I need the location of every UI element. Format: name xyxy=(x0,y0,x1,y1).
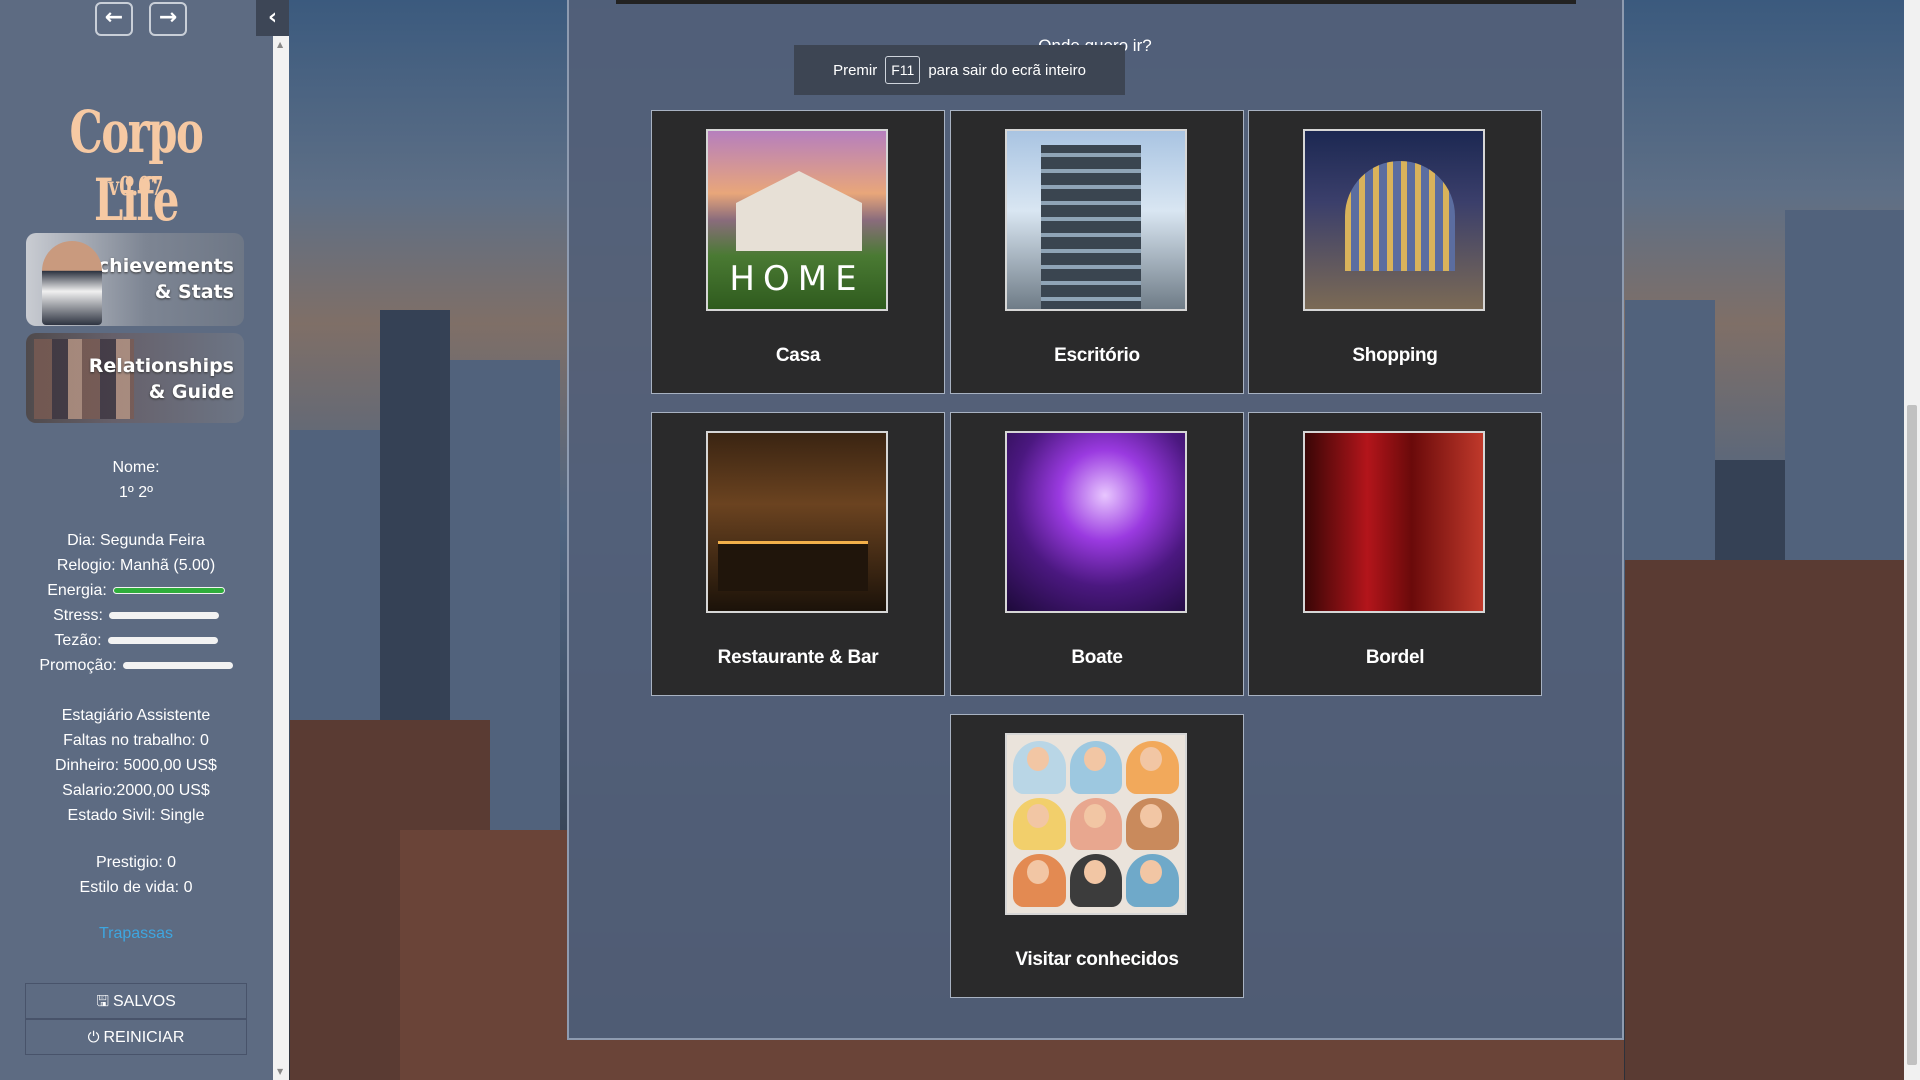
achievements-stats-banner[interactable]: Achievements & Stats xyxy=(26,233,244,326)
page-scrollbar[interactable] xyxy=(1904,0,1920,1080)
promotion-label: Promoção: xyxy=(39,657,117,674)
location-card-restaurante-bar[interactable]: Restaurante & Bar xyxy=(651,412,945,696)
location-card-visitar-conhecidos[interactable]: Visitar conhecidos xyxy=(950,714,1244,998)
scroll-down-icon[interactable]: ▼ xyxy=(277,1067,283,1076)
stress-bar xyxy=(108,612,219,619)
energy-label: Energia: xyxy=(47,582,107,599)
desire-bar xyxy=(107,637,218,644)
location-label: Restaurante & Bar xyxy=(717,647,879,668)
chevron-left-icon: ‹ xyxy=(267,5,278,30)
fullscreen-notice-pre: Premir xyxy=(833,61,878,79)
location-card-bordel[interactable]: Bordel xyxy=(1248,412,1542,696)
saves-button[interactable]: 🖫 SALVOS xyxy=(25,983,247,1019)
desire-row: Tezão: xyxy=(0,628,272,653)
name-block: Nome: 1º 2º xyxy=(0,455,272,505)
home-image: HOME xyxy=(706,129,888,311)
home-image-text: HOME xyxy=(729,259,865,299)
clock-text: Relogio: Manhã (5.00) xyxy=(56,557,216,574)
back-button[interactable]: ← xyxy=(95,2,133,36)
page-scrollbar-thumb[interactable] xyxy=(1907,405,1917,1065)
relationships-line2: & Guide xyxy=(148,381,234,403)
power-icon: ⏻ xyxy=(87,1028,100,1046)
prestige-block: Prestigio: 0 Estilo de vida: 0 xyxy=(0,850,272,900)
game-logo-title: Corpo Life xyxy=(69,98,204,234)
location-card-boate[interactable]: Boate xyxy=(950,412,1244,696)
absences-text: Faltas no trabalho: 0 xyxy=(63,732,209,749)
bordel-image xyxy=(1303,431,1485,613)
lifestyle-text: Estilo de vida: 0 xyxy=(79,879,193,896)
promotion-row: Promoção: xyxy=(0,653,272,678)
scroll-up-icon[interactable]: ▲ xyxy=(277,40,283,49)
fullscreen-notice-post: para sair do ecrã inteiro xyxy=(928,61,1086,79)
restart-button[interactable]: ⏻ REINICIAR xyxy=(25,1019,247,1055)
restart-label: REINICIAR xyxy=(103,1029,185,1046)
stress-row: Stress: xyxy=(0,603,272,628)
nightclub-image xyxy=(1005,431,1187,613)
promotion-bar xyxy=(122,662,233,669)
location-card-escritorio[interactable]: Escritório xyxy=(950,110,1244,394)
sidebar: ← → Corpo Life v0.07 Achievements & Stat… xyxy=(0,0,289,1080)
name-label: Nome: xyxy=(112,459,160,476)
status-block: Dia: Segunda Feira Relogio: Manhã (5.00)… xyxy=(0,528,272,678)
money-text: Dinheiro: 5000,00 US$ xyxy=(55,757,217,774)
civil-status-text: Estado Sivil: Single xyxy=(67,807,205,824)
energy-bar xyxy=(112,587,225,594)
forward-button[interactable]: → xyxy=(149,2,187,36)
people-avatars-image xyxy=(1005,733,1187,915)
stress-label: Stress: xyxy=(53,607,103,624)
fullscreen-notice: Premir F11 para sair do ecrã inteiro xyxy=(794,45,1125,95)
desire-label: Tezão: xyxy=(54,632,102,649)
career-block: Estagiário Assistente Faltas no trabalho… xyxy=(0,703,272,828)
top-image-strip xyxy=(616,0,1576,4)
floppy-disk-icon: 🖫 xyxy=(96,992,109,1010)
businessman-image xyxy=(42,241,102,325)
sidebar-scrollbar[interactable]: ▲ ▼ xyxy=(273,36,289,1080)
energy-bar-fill xyxy=(113,588,224,593)
shopping-mall-image xyxy=(1303,129,1485,311)
game-version: v0.07 xyxy=(108,172,164,202)
day-text: Dia: Segunda Feira xyxy=(67,532,205,549)
bar-image xyxy=(706,431,888,613)
arrow-right-icon: → xyxy=(158,5,178,30)
relationships-line1: Relationships xyxy=(88,355,234,377)
salary-text: Salario:2000,00 US$ xyxy=(62,782,210,799)
location-card-shopping[interactable]: Shopping xyxy=(1248,110,1542,394)
energy-row: Energia: xyxy=(0,578,272,603)
location-label: Visitar conhecidos xyxy=(1015,949,1179,970)
location-label: Shopping xyxy=(1352,345,1438,366)
location-card-casa[interactable]: HOME Casa xyxy=(651,110,945,394)
career-text: Estagiário Assistente xyxy=(61,707,211,724)
location-label: Boate xyxy=(1071,647,1123,668)
arrow-left-icon: ← xyxy=(104,5,124,30)
location-label: Escritório xyxy=(1054,345,1140,366)
saves-label: SALVOS xyxy=(112,993,176,1010)
cheats-link[interactable]: Trapassas xyxy=(0,925,272,943)
collapse-sidebar-button[interactable]: ‹ xyxy=(256,0,289,36)
name-value: 1º 2º xyxy=(119,484,153,501)
prestige-text: Prestigio: 0 xyxy=(95,854,177,871)
office-building-image xyxy=(1005,129,1187,311)
relationships-guide-banner[interactable]: Relationships & Guide xyxy=(26,333,244,423)
location-label: Casa xyxy=(775,345,821,366)
f11-key: F11 xyxy=(885,56,921,84)
location-label: Bordel xyxy=(1365,647,1425,668)
